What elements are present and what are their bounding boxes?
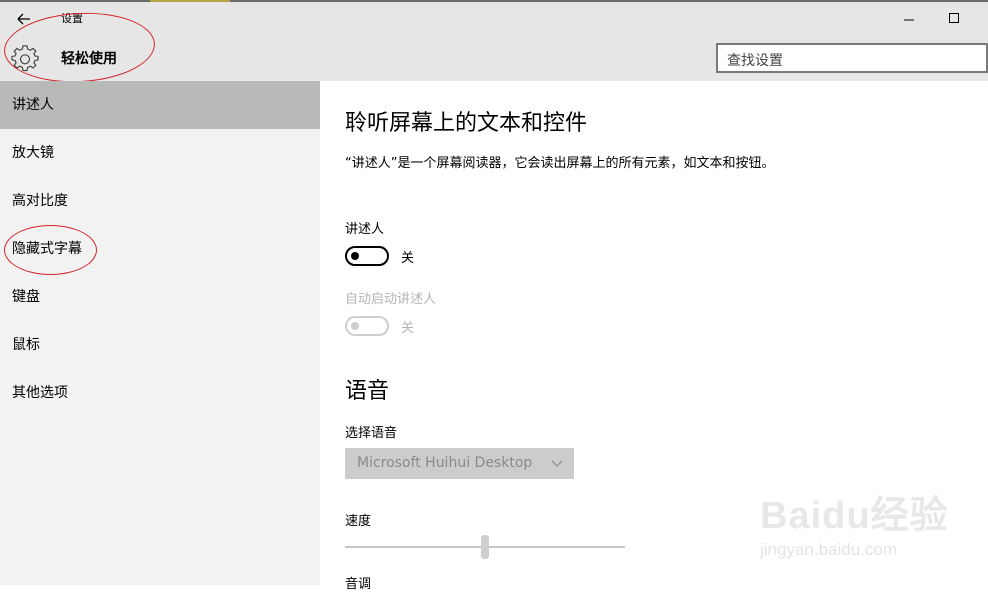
sidebar-item-mouse[interactable]: 鼠标: [0, 321, 320, 369]
minimize-icon: [904, 19, 914, 21]
sidebar-item-other-options[interactable]: 其他选项: [0, 369, 320, 417]
search-input[interactable]: 查找设置: [716, 43, 988, 73]
narrator-description: “讲述人”是一个屏幕阅读器，它会读出屏幕上的所有元素，如文本和按钮。: [345, 156, 775, 171]
toggle-knob: [351, 322, 359, 330]
speed-label: 速度: [345, 514, 372, 529]
voice-heading: 语音: [345, 379, 390, 404]
narrator-toggle[interactable]: [345, 246, 389, 266]
watermark-url: jingyan.baidu.com: [760, 540, 898, 559]
auto-start-label: 自动启动讲述人: [345, 292, 437, 307]
sidebar-item-narrator[interactable]: 讲述人: [0, 81, 320, 129]
sidebar-item-high-contrast[interactable]: 高对比度: [0, 177, 320, 225]
chevron-down-icon: [551, 460, 563, 467]
sidebar-item-keyboard[interactable]: 键盘: [0, 273, 320, 321]
narrator-label: 讲述人: [345, 222, 385, 237]
toggle-knob: [351, 252, 359, 260]
annotation-ellipse-captions: [4, 225, 97, 275]
speed-slider-thumb[interactable]: [481, 535, 489, 559]
page-title: 聆听屏幕上的文本和控件: [345, 111, 588, 136]
auto-start-toggle[interactable]: [345, 316, 389, 336]
baidu-watermark: Baidu经验 jingyan.baidu.com: [760, 478, 960, 568]
sidebar-item-magnifier[interactable]: 放大镜: [0, 129, 320, 177]
sidebar: 讲述人 放大镜 高对比度 隐藏式字幕 键盘 鼠标 其他选项: [0, 81, 320, 585]
maximize-icon: [949, 13, 959, 23]
voice-select-label: 选择语音: [345, 426, 398, 441]
minimize-button[interactable]: [895, 6, 923, 30]
voice-dropdown[interactable]: Microsoft Huihui Desktop: [345, 448, 574, 479]
pitch-label: 音调: [345, 577, 372, 592]
maximize-button[interactable]: [940, 6, 968, 30]
voice-dropdown-value: Microsoft Huihui Desktop: [357, 455, 533, 471]
narrator-toggle-state: 关: [401, 251, 415, 266]
auto-start-toggle-state: 关: [401, 321, 415, 336]
watermark-brand: Baidu经验: [760, 495, 949, 537]
